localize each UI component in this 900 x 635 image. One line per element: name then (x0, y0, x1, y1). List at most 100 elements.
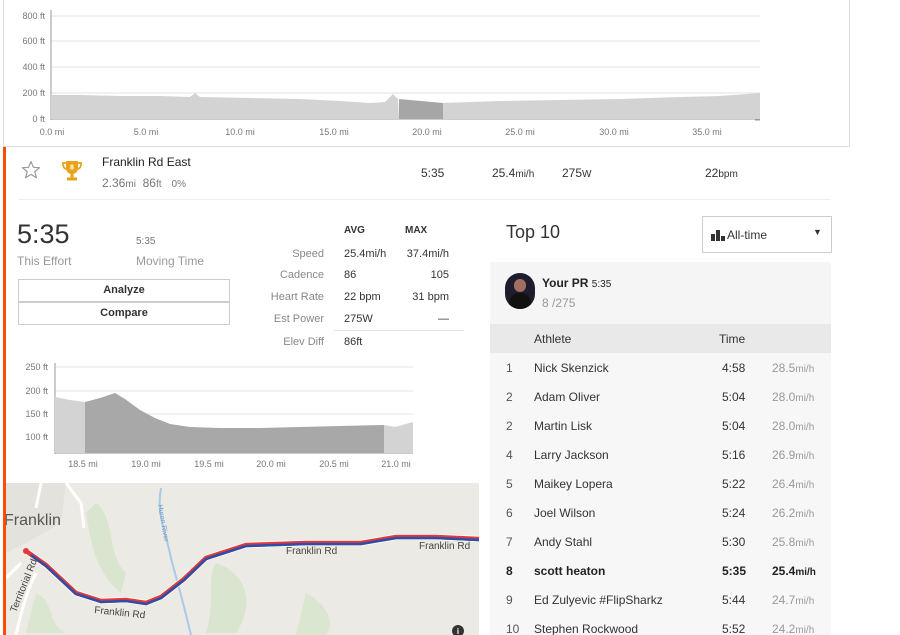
row-speed: 25.8mi/h (772, 535, 815, 549)
stat-label-elev-diff: Elev Diff (283, 336, 324, 348)
stat-max-speed: 37.4mi/h (406, 248, 449, 260)
athlete-name-link[interactable]: Martin Lisk (534, 419, 592, 433)
row-time: 4:58 (722, 361, 746, 375)
y-tick-label: 200 ft (22, 88, 45, 98)
table-row: 1 Nick Skenzick 4:58 28.5mi/h (490, 353, 831, 382)
elevation-unit: ft (155, 179, 162, 190)
table-row: 2 Martin Lisk 5:04 28.0mi/h (490, 411, 831, 440)
leaderboard-icon (711, 230, 725, 241)
row-rank: 1 (506, 361, 513, 375)
row-time: 5:24 (722, 506, 746, 520)
x-tick-label: 35.0 mi (692, 127, 722, 137)
row-time: 5:30 (722, 535, 746, 549)
stat-max-cadence: 105 (430, 269, 449, 281)
row-time: 5:35 (722, 564, 747, 578)
athlete-name-link[interactable]: Ed Zulyevic #FlipSharkz (534, 593, 663, 607)
trophy-rank: 8 (70, 165, 74, 172)
segment-elevation: 86 (142, 176, 156, 190)
moving-time: 5:35 (136, 236, 156, 247)
table-row: 10 Stephen Rockwood 5:52 24.2mi/h (490, 614, 831, 635)
y-tick-label: 800 ft (22, 11, 45, 21)
pr-total: /275 (552, 296, 576, 310)
segment-meta: 2.36mi 86ft 0% (102, 176, 186, 190)
stat-label-power: Est Power (273, 313, 324, 325)
distance-unit: mi (125, 179, 136, 190)
divider (18, 199, 831, 200)
segment-elevation-chart[interactable]: 250 ft 200 ft 150 ft 100 ft 18.5 mi 19.0… (0, 355, 420, 475)
star-icon[interactable] (21, 160, 41, 180)
avatar[interactable] (505, 273, 535, 309)
trophy-icon: 8 (62, 161, 82, 181)
row-rank: 9 (506, 593, 513, 607)
segment-map[interactable]: Franklin Franklin Rd Franklin Rd Frankli… (6, 483, 479, 635)
hr-unit: bpm (718, 169, 738, 180)
row-time: 5:44 (722, 593, 746, 607)
stat-avg-speed: 25.4mi/h (344, 248, 387, 260)
hr-value: 22 (705, 166, 719, 180)
leaderboard-filter-select[interactable]: All-time ▼ (702, 216, 832, 253)
divider (334, 330, 464, 331)
x-tick-label: 15.0 mi (319, 127, 349, 137)
activity-elevation-chart[interactable]: 800 ft 600 ft 400 ft 200 ft 0 ft 0.0 mi … (0, 0, 850, 146)
row-time: 5:52 (722, 622, 746, 635)
map-road-label: Franklin Rd (286, 546, 337, 557)
segment-name-link[interactable]: Franklin Rd East (102, 155, 191, 169)
x-tick-label: 25.0 mi (505, 127, 535, 137)
athlete-name-link[interactable]: Stephen Rockwood (534, 622, 638, 635)
athlete-name-link[interactable]: Joel Wilson (534, 506, 595, 520)
athlete-name-link[interactable]: Larry Jackson (534, 448, 609, 462)
segment-distance: 2.36 (102, 176, 126, 190)
pr-label: Your PR (542, 276, 589, 290)
chevron-down-icon: ▼ (813, 227, 822, 237)
analyze-button[interactable]: Analyze (18, 279, 230, 302)
table-row: 5 Maikey Lopera 5:22 26.4mi/h (490, 469, 831, 498)
pr-rank-line: 8 /275 (542, 296, 575, 310)
svg-text:i: i (457, 627, 459, 635)
athlete-name-link[interactable]: Andy Stahl (534, 535, 592, 549)
row-speed: 28.5mi/h (772, 361, 815, 375)
stat-label-speed: Speed (292, 248, 324, 260)
athlete-name-link[interactable]: Maikey Lopera (534, 477, 613, 491)
divider (3, 146, 850, 147)
row-time: 5:16 (722, 448, 746, 462)
effort-time: 5:35 (17, 219, 70, 249)
row-speed: 26.2mi/h (772, 506, 815, 520)
pr-label-line: Your PR 5:35 (542, 276, 611, 290)
row-rank: 4 (506, 448, 513, 462)
row-speed: 26.4mi/h (772, 477, 815, 491)
stat-label-cadence: Cadence (279, 269, 324, 281)
table-row-current-user: 8 scott heaton 5:35 25.4mi/h (490, 556, 831, 585)
segment-time: 5:35 (421, 166, 445, 180)
row-rank: 8 (506, 564, 513, 578)
athlete-name-link[interactable]: Adam Oliver (534, 390, 600, 404)
col-athlete: Athlete (534, 332, 572, 346)
segment-heart-rate: 22bpm (705, 166, 738, 180)
row-speed: 24.7mi/h (772, 593, 815, 607)
table-row: 7 Andy Stahl 5:30 25.8mi/h (490, 527, 831, 556)
effort-time-label: This Effort (17, 254, 72, 268)
avg-header: AVG (344, 225, 365, 236)
moving-time-label: Moving Time (136, 254, 205, 268)
y-tick-label: 250 ft (25, 362, 48, 372)
stat-max-heart-rate: 31 bpm (412, 291, 449, 303)
leaderboard-title: Top 10 (506, 222, 561, 242)
map-town-label: Franklin (6, 512, 61, 529)
y-tick-label: 150 ft (25, 409, 48, 419)
compare-button[interactable]: Compare (18, 302, 230, 325)
table-row: 9 Ed Zulyevic #FlipSharkz 5:44 24.7mi/h (490, 585, 831, 614)
power-unit: W (582, 169, 592, 180)
row-rank: 5 (506, 477, 513, 491)
segment-grade: 0% (171, 179, 186, 190)
x-tick-label: 19.0 mi (131, 459, 161, 469)
stat-avg-elev-diff: 86ft (344, 336, 363, 348)
col-time: Time (719, 332, 746, 346)
row-speed: 28.0mi/h (772, 419, 815, 433)
table-row: 4 Larry Jackson 5:16 26.9mi/h (490, 440, 831, 469)
row-rank: 2 (506, 419, 513, 433)
x-tick-label: 20.0 mi (412, 127, 442, 137)
stat-avg-heart-rate: 22 bpm (344, 291, 381, 303)
x-tick-label: 10.0 mi (225, 127, 255, 137)
speed-unit: mi/h (515, 169, 535, 180)
athlete-name-link[interactable]: Nick Skenzick (534, 361, 609, 375)
athlete-name-link[interactable]: scott heaton (534, 564, 605, 578)
